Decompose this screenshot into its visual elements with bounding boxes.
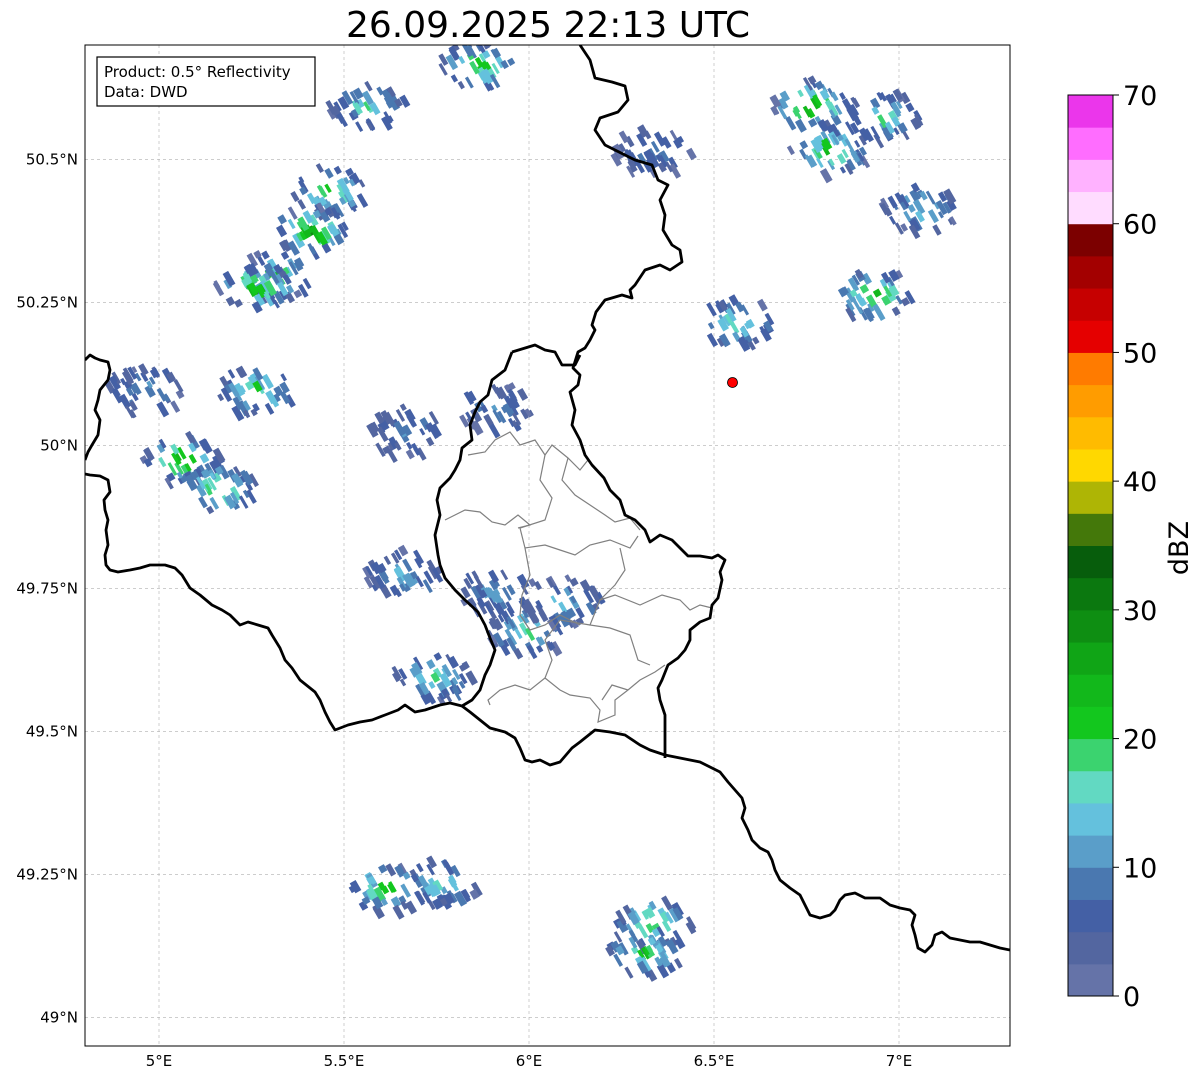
colorbar-segment: [1068, 770, 1113, 804]
colorbar-tick-label: 50: [1123, 338, 1157, 369]
lon-tick-label: 5.5°E: [324, 1052, 365, 1070]
colorbar-segment: [1068, 738, 1113, 772]
colorbar-segment: [1068, 706, 1113, 740]
colorbar-segment: [1068, 931, 1113, 965]
colorbar-segment: [1068, 899, 1113, 933]
colorbar-segment: [1068, 609, 1113, 643]
colorbar-segment: [1068, 95, 1113, 128]
colorbar-segment: [1068, 642, 1113, 675]
longitude-tick-labels: 5°E 5.5°E 6°E 6.5°E 7°E: [146, 1052, 913, 1070]
lat-tick-label: 49°N: [40, 1008, 78, 1026]
colorbar-segment: [1068, 255, 1113, 289]
colorbar-segment: [1068, 867, 1113, 900]
lat-tick-label: 49.5°N: [26, 722, 78, 740]
colorbar-segment: [1068, 320, 1113, 353]
lon-tick-label: 6.5°E: [694, 1052, 735, 1070]
info-product-text: Product: 0.5° Reflectivity: [104, 63, 291, 81]
radar-site-marker: [727, 377, 738, 388]
lon-tick-label: 6°E: [516, 1052, 543, 1070]
colorbar: 0 10 20 30 40 50 60 70: [1067, 81, 1157, 1013]
map-title: 26.09.2025 22:13 UTC: [346, 5, 750, 46]
colorbar-tick-label: 40: [1123, 467, 1157, 498]
info-box: Product: 0.5° Reflectivity Data: DWD: [96, 56, 316, 107]
colorbar-segment: [1068, 159, 1113, 193]
colorbar-segment: [1068, 448, 1113, 482]
lat-tick-label: 49.75°N: [16, 579, 78, 597]
colorbar-tick-label: 0: [1123, 982, 1140, 1013]
info-data-text: Data: DWD: [104, 83, 188, 101]
colorbar-tick-label: 30: [1123, 596, 1157, 627]
colorbar-segment: [1068, 127, 1113, 160]
colorbar-segment: [1068, 802, 1113, 836]
figure-canvas: 26.09.2025 22:13 UTC 5°E 5.5°E 6°E 6.5°E…: [16, 5, 1195, 1070]
colorbar-tick-label: 10: [1123, 853, 1157, 884]
colorbar-segment: [1068, 674, 1113, 707]
colorbar-unit-label: dBZ: [1164, 521, 1195, 575]
lat-tick-label: 50.25°N: [16, 293, 78, 311]
colorbar-segment: [1068, 288, 1113, 321]
colorbar-segment: [1068, 577, 1113, 611]
radar-map-figure: 26.09.2025 22:13 UTC 5°E 5.5°E 6°E 6.5°E…: [0, 0, 1202, 1081]
colorbar-segment: [1068, 416, 1113, 450]
lat-tick-label: 50.5°N: [26, 150, 78, 168]
colorbar-segment: [1068, 384, 1113, 418]
colorbar-segment: [1068, 191, 1113, 225]
colorbar-segment: [1068, 513, 1113, 546]
colorbar-segment: [1068, 835, 1113, 868]
latitude-tick-labels: 49°N 49.25°N 49.5°N 49.75°N 50°N 50.25°N 50.5°…: [16, 150, 78, 1026]
colorbar-tick-label: 60: [1123, 210, 1157, 241]
colorbar-tick-label: 20: [1123, 725, 1157, 756]
colorbar-segment: [1068, 545, 1113, 579]
colorbar-segment: [1068, 223, 1113, 257]
lon-tick-label: 5°E: [146, 1052, 173, 1070]
colorbar-segment: [1068, 963, 1113, 997]
lat-tick-label: 49.25°N: [16, 865, 78, 883]
colorbar-segment: [1068, 352, 1113, 386]
lat-tick-label: 50°N: [40, 436, 78, 454]
colorbar-segment: [1068, 481, 1113, 514]
colorbar-tick-label: 70: [1123, 81, 1157, 112]
lon-tick-label: 7°E: [886, 1052, 913, 1070]
